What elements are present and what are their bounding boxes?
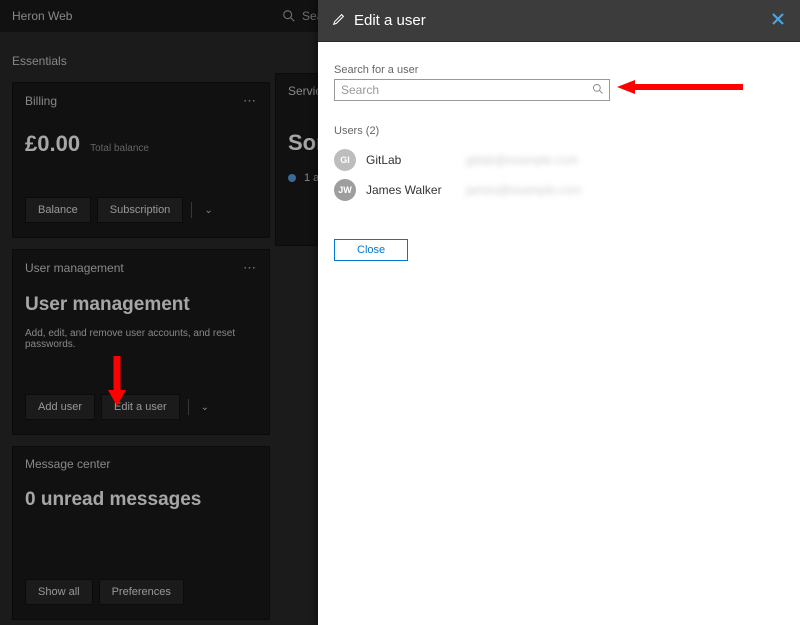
panel-title: Edit a user — [354, 12, 426, 29]
billing-card: Billing ⋯ £0.00 Total balance Balance Su… — [12, 82, 270, 238]
show-all-button[interactable]: Show all — [25, 579, 93, 605]
advisory-dot-icon — [288, 174, 296, 182]
user-management-card: User management ⋯ User management Add, e… — [12, 249, 270, 435]
search-icon[interactable] — [592, 83, 604, 98]
edit-a-user-button[interactable]: Edit a user — [101, 394, 180, 420]
billing-amount: £0.00 — [25, 131, 80, 157]
avatar: JW — [334, 179, 356, 201]
subscription-button[interactable]: Subscription — [97, 197, 184, 223]
user-management-card-title: User management — [25, 261, 124, 275]
user-email: james@example.com — [466, 183, 582, 197]
pencil-icon — [332, 12, 346, 29]
billing-amount-label: Total balance — [90, 143, 149, 154]
panel-header: Edit a user — [318, 0, 800, 42]
divider — [191, 202, 192, 218]
chevron-down-icon[interactable]: ⌄ — [197, 398, 213, 417]
user-management-heading: User management — [25, 294, 257, 316]
card-menu-icon[interactable]: ⋯ — [243, 260, 257, 276]
message-center-card-title: Message center — [25, 457, 110, 471]
user-name: James Walker — [366, 183, 456, 197]
app-name: Heron Web — [12, 9, 72, 23]
avatar: GI — [334, 149, 356, 171]
user-row[interactable]: JW James Walker james@example.com — [334, 175, 784, 205]
close-icon[interactable] — [770, 11, 786, 30]
balance-button[interactable]: Balance — [25, 197, 91, 223]
card-menu-icon[interactable]: ⋯ — [243, 93, 257, 109]
divider — [188, 399, 189, 415]
billing-card-title: Billing — [25, 94, 57, 108]
add-user-button[interactable]: Add user — [25, 394, 95, 420]
user-name: GitLab — [366, 153, 456, 167]
message-center-card: Message center 0 unread messages Show al… — [12, 446, 270, 620]
user-management-description: Add, edit, and remove user accounts, and… — [25, 328, 257, 350]
chevron-down-icon[interactable]: ⌄ — [200, 201, 216, 220]
users-heading: Users (2) — [334, 125, 784, 137]
search-label: Search for a user — [334, 64, 784, 76]
search-icon — [282, 9, 296, 23]
user-email: gitlab@example.com — [466, 153, 578, 167]
panel-body: Search for a user Users (2) GI GitLab gi… — [318, 42, 800, 283]
message-center-heading: 0 unread messages — [25, 489, 257, 511]
user-row[interactable]: GI GitLab gitlab@example.com — [334, 145, 784, 175]
edit-user-panel: Edit a user Search for a user Users (2) … — [318, 0, 800, 625]
search-input[interactable] — [334, 79, 610, 101]
close-button[interactable]: Close — [334, 239, 408, 261]
preferences-button[interactable]: Preferences — [99, 579, 184, 605]
